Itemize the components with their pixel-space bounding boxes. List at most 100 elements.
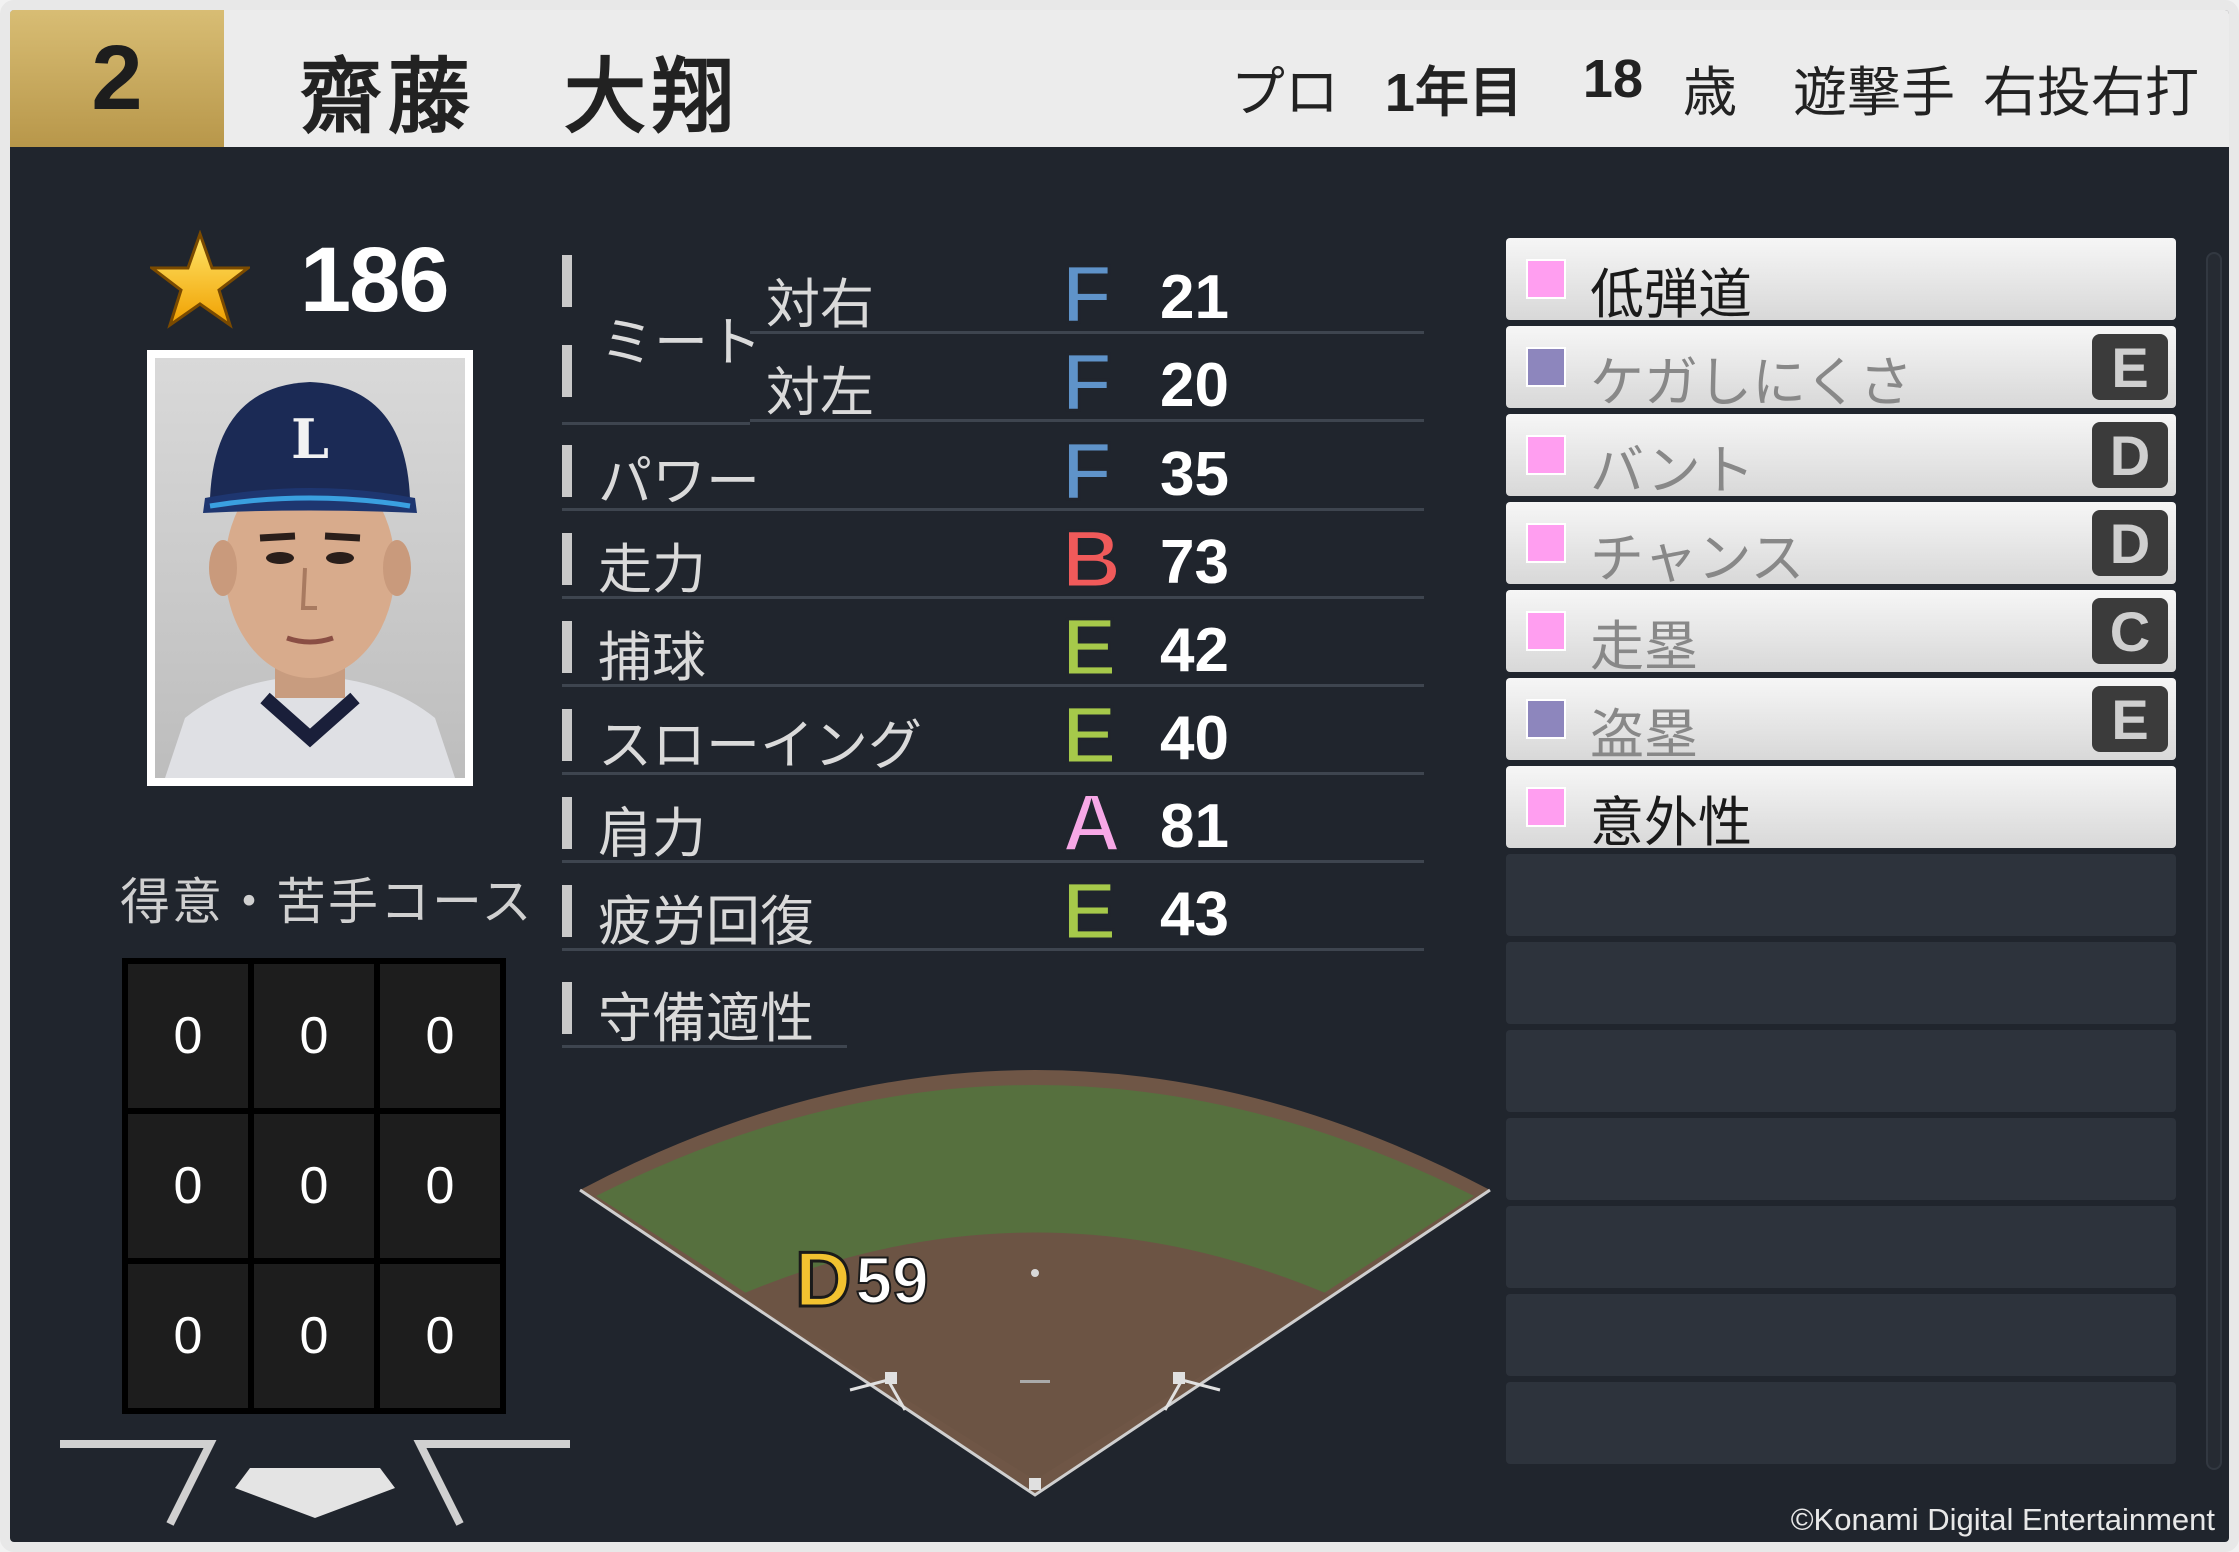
ability-label: バント (1590, 439, 1755, 502)
zone-cell: 0 (128, 964, 248, 1108)
zone-cell: 0 (128, 1114, 248, 1258)
stat-value: 20 (1160, 351, 1229, 420)
stat-grade: E (1061, 865, 1119, 959)
ability-label: 意外性 (1590, 791, 1752, 854)
aptitude-grade: D (793, 1234, 852, 1325)
zone-cell: 0 (254, 1264, 374, 1408)
stat-grade: E (1061, 601, 1119, 695)
ability-empty-slot (1506, 1118, 2176, 1200)
home-plate-icon (60, 1440, 570, 1526)
stat-label: 対左 (766, 361, 874, 424)
ability-label: チャンス (1590, 527, 1805, 590)
scrollbar[interactable] (2206, 252, 2222, 1470)
defense-label: 守備適性 (598, 987, 814, 1050)
stat-row-meet-right: 対右 F 21 (750, 248, 1424, 342)
stat-grade: B (1060, 513, 1122, 607)
shortstop-aptitude: D 59 (793, 1234, 929, 1325)
stat-grade: F (1060, 425, 1113, 519)
ability-grade: D (2092, 422, 2168, 488)
ability-grade: D (2092, 510, 2168, 576)
aptitude-value: 59 (854, 1242, 929, 1318)
stat-value: 73 (1160, 528, 1229, 597)
ability-empty-slot (1506, 1030, 2176, 1112)
stat-value: 42 (1160, 616, 1229, 685)
baseball-field (579, 1070, 1491, 1497)
zone-cell: 0 (254, 1114, 374, 1258)
stat-value: 81 (1160, 792, 1229, 861)
ability-color-icon (1526, 435, 1566, 475)
stat-label: 捕球 (598, 626, 706, 689)
ability-grade: C (2092, 598, 2168, 664)
ability-color-icon (1526, 523, 1566, 563)
stat-value: 40 (1160, 704, 1229, 773)
copyright: ©Konami Digital Entertainment (1790, 1502, 2215, 1537)
hot-cold-zone-grid: 0 0 0 0 0 0 0 0 0 (122, 958, 506, 1414)
ability-label: ケガしにくさ (1590, 351, 1913, 414)
player-card: 2 齋藤 大翔 プロ 1年目 18 歳 遊撃手 右投右打 186 L 得意・苦手… (0, 0, 2239, 1552)
zone-title: 得意・苦手コース (120, 873, 534, 931)
uniform-number: 2 (10, 10, 224, 147)
stat-grade: E (1061, 689, 1119, 783)
stat-grade: F (1060, 336, 1113, 430)
stat-label: スローイング (598, 714, 922, 777)
age-unit: 歳 (1683, 61, 1737, 124)
player-photo: L (165, 382, 455, 778)
ability-empty-slot (1506, 1294, 2176, 1376)
ability-color-icon (1526, 699, 1566, 739)
zone-cell: 0 (254, 964, 374, 1108)
player-name: 齋藤 大翔 (300, 50, 741, 145)
stat-value: 43 (1160, 880, 1229, 949)
stat-row-speed: 走力 B 73 (562, 513, 1424, 607)
player-portrait: L (147, 350, 473, 786)
stat-row-power: パワー F 35 (562, 425, 1424, 519)
ability-item: 走塁 C (1506, 590, 2176, 678)
ability-color-icon (1526, 787, 1566, 827)
ability-label: 低弾道 (1590, 263, 1752, 326)
zone-cell: 0 (380, 964, 500, 1108)
stat-label: 対右 (766, 273, 874, 336)
ability-item: 低弾道 (1506, 238, 2176, 326)
pro-status: プロ (1230, 61, 1339, 124)
ability-empty-slot (1506, 942, 2176, 1024)
meet-bar-bottom (562, 345, 572, 397)
stat-row-recovery: 疲労回復 E 43 (562, 865, 1424, 959)
ability-item: ケガしにくさ E (1506, 326, 2176, 414)
ability-item: チャンス D (1506, 502, 2176, 590)
stat-grade: F (1060, 248, 1113, 342)
player-header: 2 齋藤 大翔 プロ 1年目 18 歳 遊撃手 右投右打 (10, 10, 2229, 147)
stat-label: 肩力 (598, 802, 706, 865)
stat-value: 21 (1160, 263, 1229, 332)
ability-grade: E (2092, 686, 2168, 752)
stat-row-fielding: 捕球 E 42 (562, 601, 1424, 695)
stat-row-throwing: スローイング E 40 (562, 689, 1424, 783)
age-value: 18 (1582, 49, 1643, 109)
ability-empty-slot (1506, 1206, 2176, 1288)
stat-grade: A (1060, 777, 1122, 871)
ability-item: 意外性 (1506, 766, 2176, 854)
meet-label: ミート (600, 311, 762, 374)
ability-color-icon (1526, 259, 1566, 299)
overall-value: 186 (300, 228, 449, 331)
ability-label: 盗塁 (1590, 703, 1698, 766)
stat-row-meet-left: 対左 F 20 (750, 336, 1424, 430)
overall-rating: 186 (150, 228, 449, 331)
ability-item: バント D (1506, 414, 2176, 502)
position: 遊撃手 (1793, 61, 1955, 124)
svg-text:L: L (291, 407, 329, 471)
zone-cell: 0 (380, 1114, 500, 1258)
ability-color-icon (1526, 611, 1566, 651)
stat-label: 疲労回復 (598, 890, 814, 953)
ability-empty-slot (1506, 854, 2176, 936)
handedness: 右投右打 (1983, 61, 2199, 124)
stat-label: パワー (598, 450, 760, 513)
zone-cell: 0 (380, 1264, 500, 1408)
ability-grade: E (2092, 334, 2168, 400)
ability-item: 盗塁 E (1506, 678, 2176, 766)
star-icon (150, 230, 250, 329)
player-info: プロ 1年目 18 歳 遊撃手 右投右打 (1185, 48, 2199, 127)
defense-aptitude-row: 守備適性 (562, 962, 847, 1050)
stat-label: 走力 (598, 538, 706, 601)
ability-label: 走塁 (1590, 615, 1698, 678)
pro-year: 1年目 (1384, 63, 1523, 123)
ability-color-icon (1526, 347, 1566, 387)
